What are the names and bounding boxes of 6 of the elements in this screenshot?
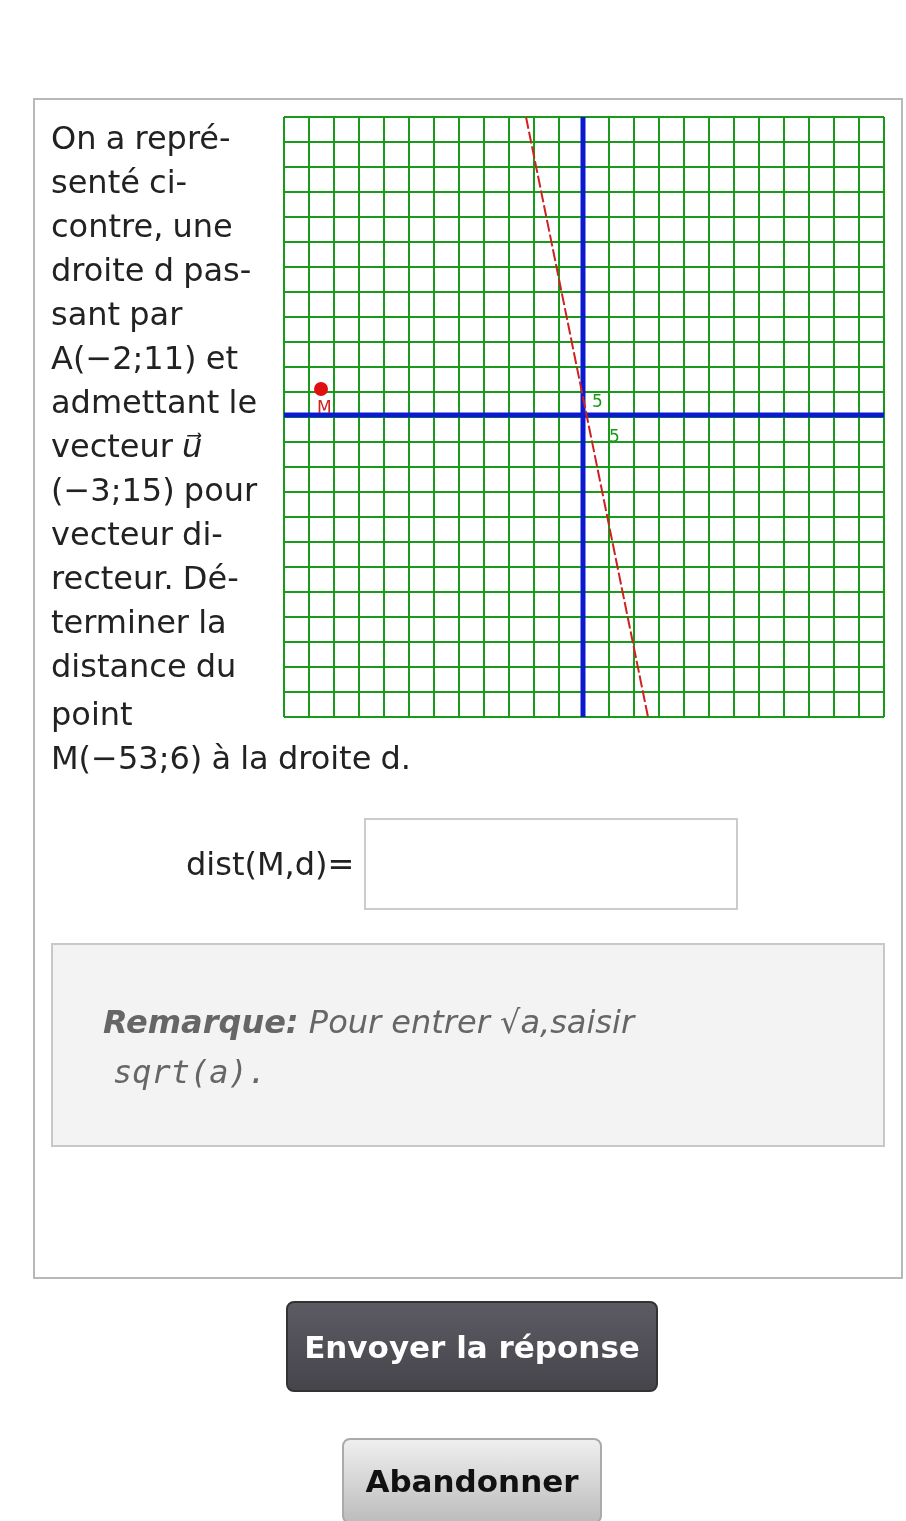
remark-text: Remarque: Pour entrer √a,saisir — [103, 1003, 637, 1041]
answer-label: dist(M,d)= — [186, 845, 355, 883]
submit-button[interactable]: Envoyer la réponse — [286, 1301, 658, 1392]
cancel-button[interactable]: Abandonner — [342, 1438, 602, 1521]
code-example: sqrt(a). — [113, 1053, 269, 1091]
answer-field[interactable] — [364, 818, 739, 910]
